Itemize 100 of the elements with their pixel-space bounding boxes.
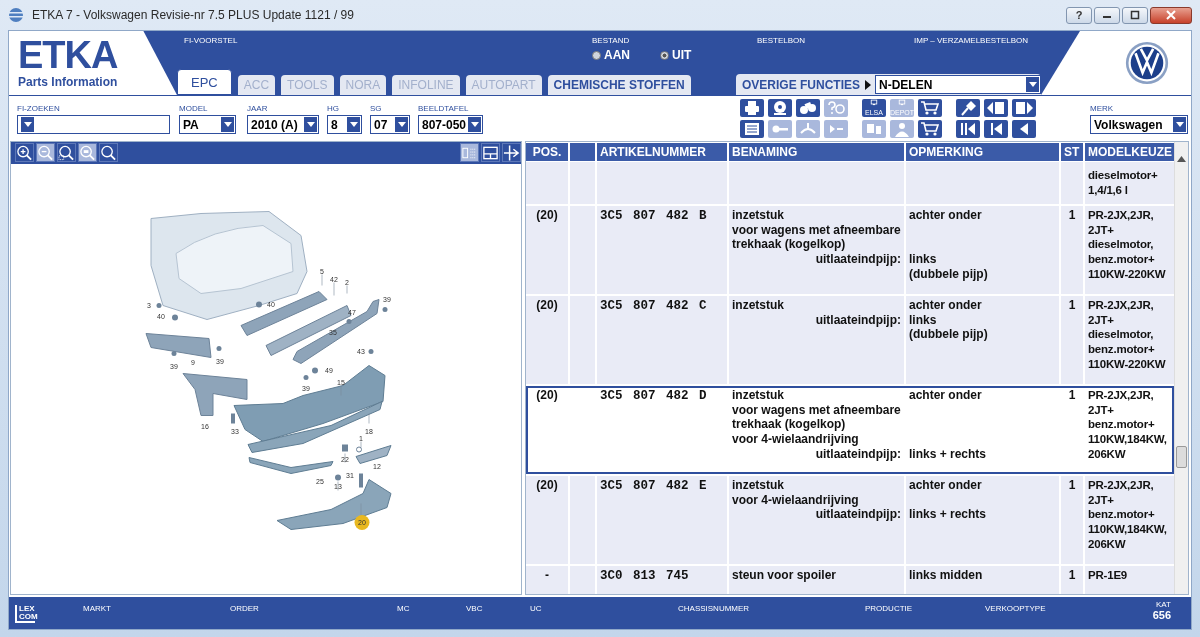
emblem-icon — [1125, 41, 1169, 85]
first-button[interactable] — [956, 119, 980, 138]
status-label: VERKOOPTYPE — [985, 604, 1046, 613]
select-field[interactable]: PA — [179, 115, 236, 134]
lexcom-logo: LEX COM — [15, 605, 35, 623]
caret-icon — [221, 117, 234, 132]
move-arrow-icon — [503, 143, 520, 162]
status-label: ORDER — [230, 604, 259, 613]
zoom-full-icon — [79, 143, 96, 162]
quantity-text: 1 — [1068, 208, 1076, 222]
caret-icon — [1173, 117, 1186, 132]
page-left-button[interactable] — [984, 98, 1008, 117]
logo-title: ETKA — [18, 37, 119, 73]
search-button[interactable] — [99, 143, 118, 162]
header-label[interactable]: BESTELBON — [757, 36, 914, 46]
remark-text: achter onder — [909, 478, 983, 493]
previous-button[interactable] — [984, 119, 1008, 138]
article-number: 3C5 807 482 C — [600, 299, 707, 313]
model-selection-text: PR-1E9 — [1088, 568, 1129, 583]
table-row[interactable]: - 3C0 813 745 steun voor spoiler links midden 1 PR-1E9 — [526, 566, 1174, 594]
remark-text: achter onder — [909, 388, 983, 403]
back-button[interactable] — [1012, 119, 1036, 138]
binoculars-button[interactable] — [796, 98, 820, 117]
table-row[interactable]: (20) 3C5 807 482 B inzetstuk voor wagens met afneembare trekhaak (kogelkop) uitlaateindpijp: achter onder links (dubbele pijp) 1 PR-2JX,2JR, 2JT+ dieselmotor, benz.motor+ 110KW-220KW — [526, 206, 1174, 294]
table-row[interactable]: (20) 3C5 807 482 C inzetstuk uitlaateindpijp: achter onder links (dubbele pijp) 1 PR-2JX,2JR, 2JT+ dieselmotor, benz.motor+ 110KW-220KW — [526, 296, 1174, 384]
remark-text: achter onder — [909, 208, 983, 223]
model-selection-text: PR-2JX,2JR, 2JT+ dieselmotor, benz.motor+ 110KW-220KW — [1088, 208, 1167, 282]
position-text: (20) — [536, 388, 558, 402]
table-row[interactable]: (20) 3C5 807 482 E inzetstuk voor 4-wielaandrijving uitlaateindpijp: achter onder links + rechts 1 PR-2JX,2JR, 2JT+ benz.motor+ 110KW,184KW, 206KW — [526, 476, 1174, 564]
zoom-in-icon — [16, 143, 33, 162]
functions-label: OVERIGE FUNCTIES — [742, 77, 860, 92]
close-button[interactable] — [1150, 6, 1192, 24]
status-label: UC — [530, 604, 542, 613]
column-header[interactable]: BENAMING — [729, 143, 904, 161]
header-label: BESTAND — [592, 36, 631, 46]
header-label[interactable]: IMP – VERZAMELBESTELBON — [914, 36, 1041, 46]
close-icon — [1164, 10, 1178, 20]
column-header[interactable]: ST — [1061, 143, 1083, 161]
article-number: 3C0 813 745 — [600, 569, 689, 583]
column-header[interactable]: POS. — [526, 143, 568, 161]
column-header[interactable]: ARTIKELNUMMER — [597, 143, 727, 161]
cart-icon — [918, 119, 942, 138]
column-header[interactable]: OPMERKING — [906, 143, 1059, 161]
part-name: voor 4-wielaandrijving — [732, 492, 860, 508]
layout-button[interactable] — [481, 143, 500, 162]
radio-label: AAN — [604, 48, 630, 62]
condition-label: uitlaateindpijp: — [814, 446, 901, 462]
caret-right-icon — [864, 79, 871, 90]
page-right-button[interactable] — [1012, 98, 1036, 117]
move-arrow-button[interactable] — [502, 143, 521, 162]
maximize-icon — [1128, 10, 1142, 20]
scrollbar[interactable] — [1174, 142, 1188, 594]
remark-text: links — [909, 252, 938, 267]
list-button[interactable] — [740, 119, 764, 138]
position-text: (20) — [536, 298, 558, 312]
quantity-text: 1 — [1068, 478, 1076, 492]
column-header[interactable]: MODELKEUZE — [1085, 143, 1174, 161]
model-selection-text: PR-2JX,2JR, 2JT+ benz.motor+ 110KW,184KW, 206KW — [1088, 388, 1168, 462]
pin-button[interactable] — [956, 98, 980, 117]
zoom-in-button[interactable] — [15, 143, 34, 162]
radio-button[interactable] — [660, 50, 669, 60]
maximize-button[interactable] — [1122, 6, 1148, 24]
table-row[interactable]: (20) 3C5 807 482 D inzetstuk voor wagens met afneembare trekhaak (kogelkop) voor 4-wielaandrijving uitlaateindpijp: achter onder links + rechts 1 PR-2JX,2JR, 2JT+ benz.motor+ 110KW,184KW, 206KW — [526, 386, 1174, 474]
header-label[interactable]: FI-VOORSTEL — [184, 36, 592, 46]
part-name: trekhaak (kogelkop) — [732, 417, 847, 433]
app-icon — [8, 7, 24, 23]
table-row[interactable]: dieselmotor+ 1,4/1,6 l — [526, 162, 1174, 204]
condition-label: uitlaateindpijp: — [814, 252, 901, 267]
model-selection-text: PR-2JX,2JR, 2JT+ dieselmotor, benz.motor+ 110KW-220KW — [1088, 298, 1167, 372]
zoom-area-icon — [58, 143, 75, 162]
select-field[interactable]: Volkswagen — [1090, 115, 1188, 134]
zoom-area-button[interactable] — [57, 143, 76, 162]
scroll-thumb[interactable] — [1176, 446, 1187, 468]
article-number: 3C5 807 482 E — [600, 479, 707, 493]
select-field[interactable]: N-DELEN — [875, 75, 1041, 94]
remark-text: links + rechts — [909, 446, 988, 462]
select-field[interactable]: 07 — [370, 115, 410, 134]
status-label: MC — [397, 604, 410, 613]
tab[interactable]: CHEMISCHE STOFFEN — [547, 75, 691, 95]
caret-icon — [395, 117, 408, 132]
select-field[interactable]: 807-050 — [418, 115, 483, 134]
select-field[interactable]: 2010 (A) — [247, 115, 319, 134]
select-field[interactable]: 8 — [327, 115, 362, 134]
condition-label: uitlaateindpijp: — [814, 507, 901, 523]
field-label: MODEL — [179, 104, 209, 113]
part-name: inzetstuk — [732, 478, 785, 493]
condition-label: uitlaateindpijp: — [814, 312, 901, 328]
radio-button[interactable] — [592, 50, 601, 60]
tab[interactable]: EPC — [177, 69, 232, 95]
minimize-button[interactable] — [1094, 6, 1120, 24]
status-label: MARKT — [83, 604, 111, 613]
caret-icon — [347, 117, 360, 132]
cart-button[interactable] — [918, 119, 942, 138]
disc-button[interactable] — [768, 98, 792, 117]
model-selection-text: PR-2JX,2JR, 2JT+ benz.motor+ 110KW,184KW, 206KW — [1088, 478, 1168, 552]
part-name: inzetstuk — [732, 298, 785, 313]
help-button[interactable]: ? — [1066, 6, 1092, 24]
select-field[interactable] — [17, 115, 170, 134]
printer-button[interactable] — [740, 98, 764, 117]
cart-button[interactable] — [918, 98, 942, 117]
